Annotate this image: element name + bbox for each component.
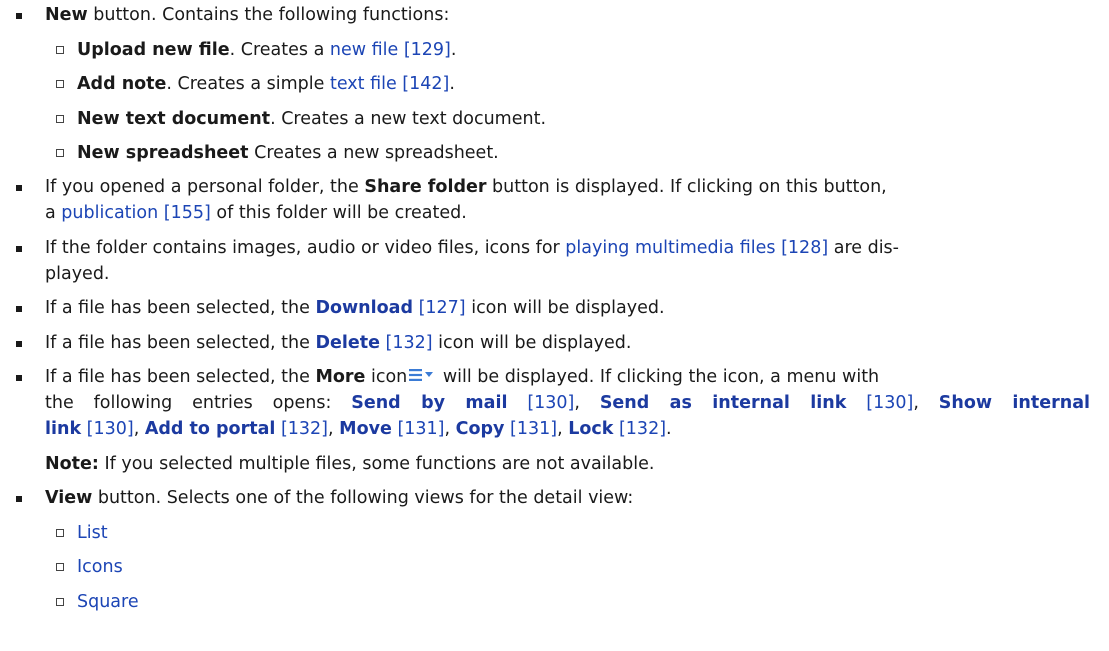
bullet-square <box>16 185 22 191</box>
link-playing-multimedia[interactable]: playing multimedia files [128] <box>565 238 828 258</box>
bullet-hollow-square <box>56 80 64 88</box>
link-send-by-mail[interactable]: Send by mail <box>351 393 507 413</box>
bullet-square <box>16 13 22 19</box>
link-new-file[interactable]: new file [129] <box>330 40 451 60</box>
link-download[interactable]: Download <box>315 298 413 318</box>
link-view-list[interactable]: List <box>77 521 108 545</box>
link-move[interactable]: Move <box>339 419 392 439</box>
link-publication[interactable]: publication [155] <box>61 203 211 223</box>
bullet-square <box>16 375 22 381</box>
bullet-hollow-square <box>56 149 64 157</box>
bullet-square <box>16 246 22 252</box>
hamburger-menu-dropdown-icon <box>409 365 435 389</box>
link-send-as-internal-link[interactable]: Send as internal link <box>600 393 847 413</box>
bullet-hollow-square <box>56 46 64 54</box>
link-show-internal-link-part2[interactable]: link <box>45 419 81 439</box>
link-delete[interactable]: Delete <box>315 333 380 353</box>
link-add-to-portal[interactable]: Add to portal <box>145 419 276 439</box>
bullet-square <box>16 496 22 502</box>
bullet-square <box>16 306 22 312</box>
link-copy[interactable]: Copy <box>456 419 505 439</box>
link-show-internal-link-part1[interactable]: Show internal <box>939 393 1090 413</box>
bullet-hollow-square <box>56 115 64 123</box>
link-view-square[interactable]: Square <box>77 590 139 614</box>
document-page: New button. Contains the following funct… <box>0 0 1109 651</box>
link-lock[interactable]: Lock <box>568 419 613 439</box>
bullet-hollow-square <box>56 563 64 571</box>
link-view-icons[interactable]: Icons <box>77 555 123 579</box>
bullet-hollow-square <box>56 598 64 606</box>
bullet-square <box>16 341 22 347</box>
bullet-hollow-square <box>56 529 64 537</box>
link-text-file[interactable]: text file [142] <box>330 74 449 94</box>
